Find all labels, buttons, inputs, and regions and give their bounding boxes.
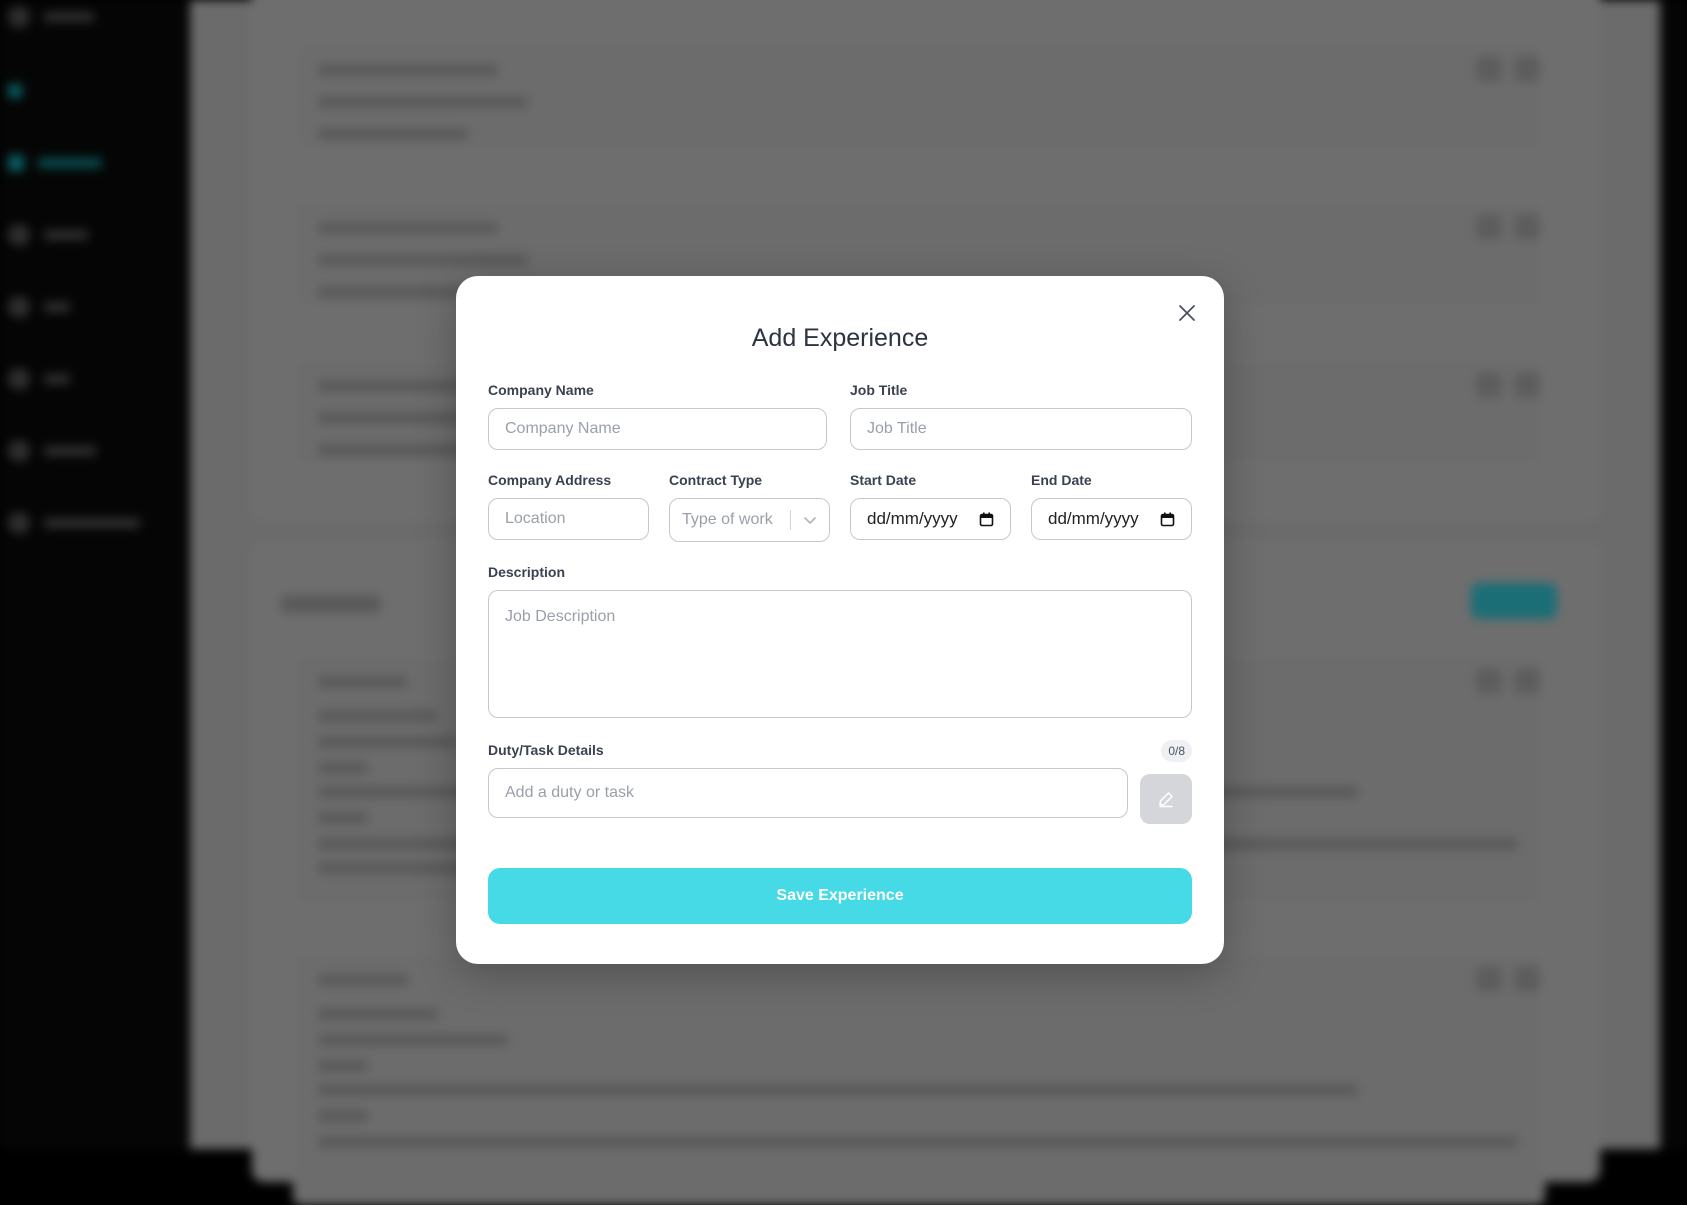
job-title-group: Job Title [850,382,1192,450]
duty-task-input[interactable] [488,768,1128,818]
description-label: Description [488,564,1192,581]
contract-type-select[interactable]: Type of work [669,498,830,542]
contract-type-placeholder: Type of work [682,511,773,529]
company-name-group: Company Name [488,382,827,450]
modal-overlay: Add Experience Company Name Job Title Co… [0,0,1687,1149]
start-date-group: Start Date dd/mm/yyyy [850,472,1011,540]
location-input[interactable] [488,498,649,540]
start-date-value: dd/mm/yyyy [867,509,958,529]
chevron-down-icon [803,513,817,527]
end-date-label: End Date [1031,472,1192,489]
company-address-label: Company Address [488,472,649,489]
edit-icon [1157,790,1175,808]
add-duty-button[interactable] [1140,774,1192,824]
description-group: Description [488,564,1192,723]
end-date-group: End Date dd/mm/yyyy [1031,472,1192,540]
save-experience-button[interactable]: Save Experience [488,868,1192,924]
add-experience-modal: Add Experience Company Name Job Title Co… [456,276,1224,964]
company-name-label: Company Name [488,382,827,399]
start-date-label: Start Date [850,472,1011,489]
close-button[interactable] [1174,300,1200,326]
duty-task-label: Duty/Task Details [488,742,1128,759]
contract-type-group: Contract Type Type of work [669,472,830,542]
job-title-input[interactable] [850,408,1192,450]
start-date-input[interactable]: dd/mm/yyyy [850,498,1011,540]
select-divider [790,510,791,530]
company-address-group: Company Address [488,472,649,540]
calendar-icon[interactable] [979,512,994,527]
job-description-textarea[interactable] [488,590,1192,718]
duty-task-group: Duty/Task Details [488,742,1128,818]
job-title-label: Job Title [850,382,1192,399]
company-name-input[interactable] [488,408,827,450]
modal-title: Add Experience [456,324,1224,353]
calendar-icon[interactable] [1160,512,1175,527]
contract-type-label: Contract Type [669,472,830,489]
close-icon [1178,304,1196,322]
end-date-value: dd/mm/yyyy [1048,509,1139,529]
end-date-input[interactable]: dd/mm/yyyy [1031,498,1192,540]
duty-counter-badge: 0/8 [1161,740,1192,762]
